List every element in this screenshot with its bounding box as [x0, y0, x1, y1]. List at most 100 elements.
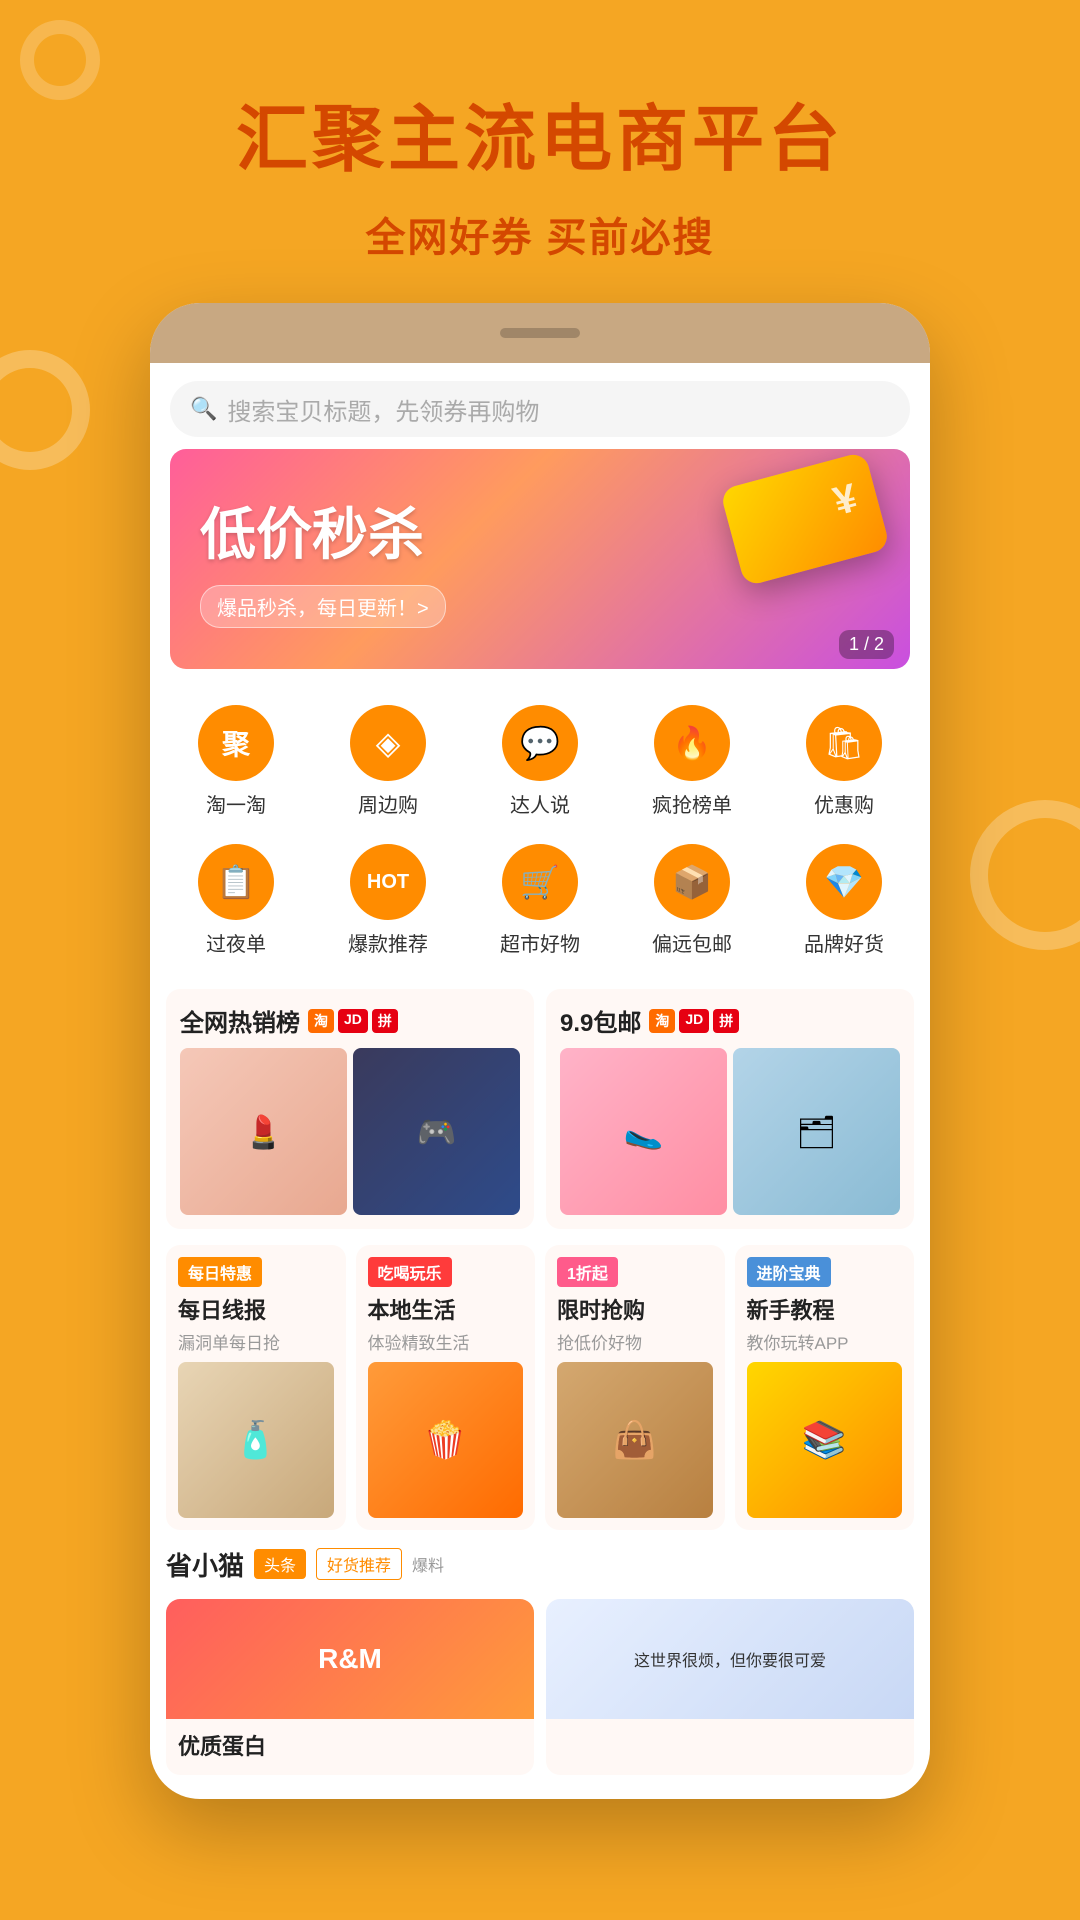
news-section: 省小猫 头条 好货推荐 爆料 — [166, 1546, 914, 1583]
feature-tag-tutorial: 进阶宝典 — [747, 1257, 831, 1287]
news-tag-good[interactable]: 好货推荐 — [316, 1548, 402, 1580]
badge-pdd-2: 拼 — [713, 1009, 739, 1033]
feature-card-tutorial-img: 📚 — [747, 1362, 903, 1518]
category-icon-rush: 🔥 — [654, 705, 730, 781]
badge-jd: JD — [338, 1009, 368, 1033]
badge-jd-2: JD — [679, 1009, 709, 1033]
feature-card-tutorial-title: 新手教程 — [747, 1293, 903, 1325]
feature-card-daily-title: 每日线报 — [178, 1293, 334, 1325]
feature-card-limited[interactable]: 1折起 限时抢购 抢低价好物 👜 — [545, 1245, 725, 1530]
category-icon-overnight: 📋 — [198, 844, 274, 920]
search-bar[interactable]: 🔍 搜索宝贝标题，先领券再购物 — [170, 381, 910, 437]
news-tag-exp[interactable]: 爆料 — [412, 1552, 444, 1576]
feature-card-local-sub: 体验精致生活 — [368, 1329, 524, 1354]
phone-mockup: 🔍 搜索宝贝标题，先领券再购物 低价秒杀 爆品秒杀，每日更新！> 1 / 2 聚… — [150, 303, 930, 1799]
feature-card-tutorial-sub: 教你玩转APP — [747, 1329, 903, 1354]
category-icon-remote: 📦 — [654, 844, 730, 920]
badge-pdd: 拼 — [372, 1009, 398, 1033]
hero-title: 汇聚主流电商平台 — [40, 80, 1040, 185]
hero-section: 汇聚主流电商平台 全网好券 买前必搜 — [0, 0, 1080, 303]
banner-title: 低价秒杀 — [200, 490, 660, 571]
category-item-brand[interactable]: 💎 品牌好货 — [768, 834, 920, 973]
hot-card-bestseller[interactable]: 全网热销榜 淘 JD 拼 💄 🎮 — [166, 989, 534, 1229]
banner-left: 低价秒杀 爆品秒杀，每日更新！> — [200, 490, 660, 628]
category-label-rush: 疯抢榜单 — [652, 789, 732, 818]
search-bar-wrapper: 🔍 搜索宝贝标题，先领券再购物 — [150, 363, 930, 449]
category-icon-nearby: ◈ — [350, 705, 426, 781]
hot-img-storage: 🗂 — [733, 1048, 900, 1215]
category-item-nearby[interactable]: ◈ 周边购 — [312, 695, 464, 834]
feature-card-limited-title: 限时抢购 — [557, 1293, 713, 1325]
hot-img-game: 🎮 — [353, 1048, 520, 1215]
category-label-hotpick: 爆款推荐 — [348, 928, 428, 957]
feature-tag-local: 吃喝玩乐 — [368, 1257, 452, 1287]
news-tag-head[interactable]: 头条 — [254, 1549, 306, 1579]
deco-circle-left — [0, 350, 90, 470]
hot-card-99free-images: 🥿 🗂 — [560, 1048, 900, 1215]
product-info-book — [546, 1719, 914, 1739]
news-title: 省小猫 — [166, 1546, 244, 1583]
hot-img-cosmetic: 💄 — [180, 1048, 347, 1215]
hot-card-bestseller-images: 💄 🎮 — [180, 1048, 520, 1215]
badge-taobao-2: 淘 — [649, 1009, 675, 1033]
feature-tag-daily: 每日特惠 — [178, 1257, 262, 1287]
category-label-nearby: 周边购 — [358, 789, 418, 818]
feature-card-local-title: 本地生活 — [368, 1293, 524, 1325]
category-icon-deal: 🛍 — [806, 705, 882, 781]
category-icon-brand: 💎 — [806, 844, 882, 920]
category-item-overnight[interactable]: 📋 过夜单 — [160, 834, 312, 973]
product-brand-protein: R&M — [318, 1643, 382, 1675]
search-input-placeholder: 搜索宝贝标题，先领券再购物 — [227, 392, 539, 427]
category-item-rush[interactable]: 🔥 疯抢榜单 — [616, 695, 768, 834]
category-item-remote[interactable]: 📦 偏远包邮 — [616, 834, 768, 973]
product-banner-protein: R&M — [166, 1599, 534, 1719]
banner[interactable]: 低价秒杀 爆品秒杀，每日更新！> 1 / 2 — [170, 449, 910, 669]
hot-card-99free[interactable]: 9.9包邮 淘 JD 拼 🥿 🗂 — [546, 989, 914, 1229]
news-header: 省小猫 头条 好货推荐 爆料 — [166, 1546, 914, 1583]
bottom-product-card-protein[interactable]: R&M 优质蛋白 — [166, 1599, 534, 1775]
deco-circle-topleft — [20, 20, 100, 100]
product-banner-book: 这世界很烦，但你要很可爱 — [546, 1599, 914, 1719]
category-label-market: 超市好物 — [500, 928, 580, 957]
hot-sections: 全网热销榜 淘 JD 拼 💄 🎮 — [166, 989, 914, 1229]
category-icon-tao: 聚 — [198, 705, 274, 781]
feature-card-tutorial[interactable]: 进阶宝典 新手教程 教你玩转APP 📚 — [735, 1245, 915, 1530]
feature-cards: 每日特惠 每日线报 漏洞单每日抢 🧴 吃喝玩乐 本地生活 体验精致生活 🍿 1折… — [166, 1245, 914, 1530]
category-item-tao[interactable]: 聚 淘一淘 — [160, 695, 312, 834]
platform-badges-99free: 淘 JD 拼 — [649, 1009, 739, 1033]
feature-card-limited-sub: 抢低价好物 — [557, 1329, 713, 1354]
hero-subtitle: 全网好券 买前必搜 — [40, 205, 1040, 263]
banner-right — [660, 459, 880, 659]
bottom-product-card-book[interactable]: 这世界很烦，但你要很可爱 — [546, 1599, 914, 1775]
feature-card-daily-img: 🧴 — [178, 1362, 334, 1518]
category-label-overnight: 过夜单 — [206, 928, 266, 957]
banner-card-illustration — [720, 451, 891, 586]
search-icon: 🔍 — [190, 396, 217, 422]
phone-topbar-dot — [500, 328, 580, 338]
feature-tag-limited: 1折起 — [557, 1257, 618, 1287]
feature-card-limited-img: 👜 — [557, 1362, 713, 1518]
category-item-expert[interactable]: 💬 达人说 — [464, 695, 616, 834]
category-grid-row2: 📋 过夜单 HOT 爆款推荐 🛒 超市好物 📦 偏远包邮 💎 品牌好货 — [150, 834, 930, 989]
category-label-brand: 品牌好货 — [804, 928, 884, 957]
banner-content: 低价秒杀 爆品秒杀，每日更新！> — [170, 449, 910, 669]
category-icon-market: 🛒 — [502, 844, 578, 920]
banner-tag: 爆品秒杀，每日更新！> — [200, 585, 446, 628]
bottom-products: R&M 优质蛋白 这世界很烦，但你要很可爱 — [166, 1599, 914, 1775]
feature-card-local[interactable]: 吃喝玩乐 本地生活 体验精致生活 🍿 — [356, 1245, 536, 1530]
category-label-deal: 优惠购 — [814, 789, 874, 818]
banner-page-indicator: 1 / 2 — [839, 630, 894, 659]
product-brand-book: 这世界很烦，但你要很可爱 — [624, 1637, 836, 1681]
category-item-market[interactable]: 🛒 超市好物 — [464, 834, 616, 973]
category-icon-expert: 💬 — [502, 705, 578, 781]
badge-taobao: 淘 — [308, 1009, 334, 1033]
hot-card-99free-header: 9.9包邮 淘 JD 拼 — [560, 1003, 900, 1038]
hot-img-slipper: 🥿 — [560, 1048, 727, 1215]
feature-card-daily-sub: 漏洞单每日抢 — [178, 1329, 334, 1354]
category-item-hotpick[interactable]: HOT 爆款推荐 — [312, 834, 464, 973]
hot-card-99free-title: 9.9包邮 — [560, 1003, 641, 1038]
feature-card-daily[interactable]: 每日特惠 每日线报 漏洞单每日抢 🧴 — [166, 1245, 346, 1530]
category-item-deal[interactable]: 🛍 优惠购 — [768, 695, 920, 834]
category-grid-row1: 聚 淘一淘 ◈ 周边购 💬 达人说 🔥 疯抢榜单 🛍 优惠购 — [150, 685, 930, 834]
category-label-tao: 淘一淘 — [206, 789, 266, 818]
